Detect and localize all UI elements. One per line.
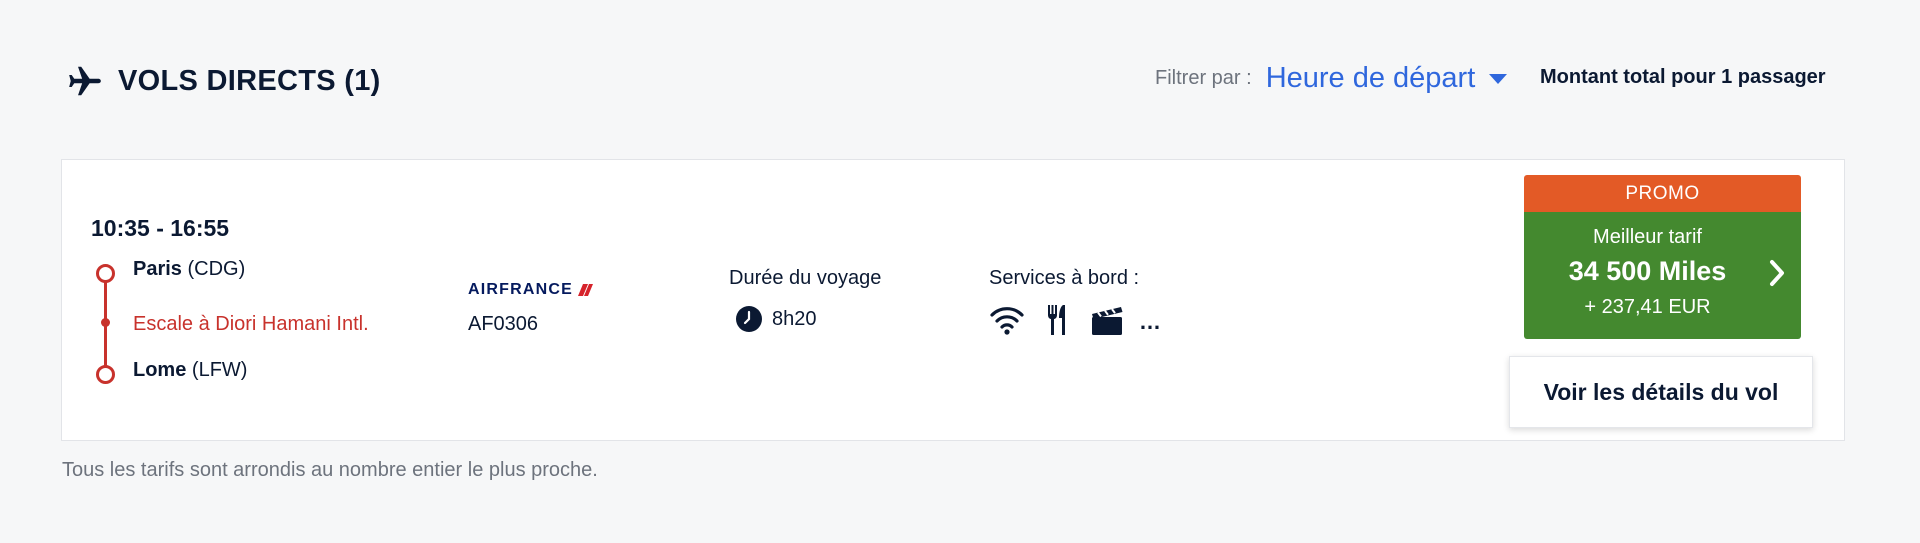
filter-label: Filtrer par : bbox=[1155, 66, 1252, 89]
price-panel[interactable]: Meilleur tarif 34 500 Miles + 237,41 EUR bbox=[1524, 212, 1801, 339]
flight-times: 10:35 - 16:55 bbox=[91, 215, 230, 241]
destination-code: (LFW) bbox=[191, 359, 248, 381]
meal-icon bbox=[1048, 305, 1065, 335]
promo-badge: PROMO bbox=[1524, 175, 1801, 212]
sort-dropdown-value[interactable]: Heure de départ bbox=[1266, 62, 1476, 95]
services-row: … bbox=[989, 302, 1161, 338]
origin-city: Paris bbox=[133, 258, 182, 280]
airline-name: AIRFRANCE bbox=[468, 281, 574, 298]
clock-icon bbox=[736, 306, 762, 332]
destination-city: Lome bbox=[133, 359, 187, 381]
rounding-footnote: Tous les tarifs sont arrondis au nombre … bbox=[62, 459, 598, 481]
origin-code: (CDG) bbox=[187, 258, 246, 280]
sort-dropdown[interactable]: Heure de départ bbox=[1266, 62, 1508, 95]
results-header: VOLS DIRECTS (1) Filtrer par : Heure de … bbox=[66, 58, 1846, 108]
duration-row: 8h20 bbox=[736, 306, 817, 332]
caret-down-icon[interactable] bbox=[1489, 74, 1508, 84]
page-title: VOLS DIRECTS (1) bbox=[118, 64, 381, 97]
flight-number: AF0306 bbox=[468, 313, 539, 335]
section-title-wrap: VOLS DIRECTS (1) bbox=[66, 62, 381, 100]
airplane-icon bbox=[69, 66, 101, 96]
airline-logo: AIRFRANCE bbox=[468, 281, 594, 299]
more-services-icon[interactable]: … bbox=[1139, 309, 1161, 335]
duration-label: Durée du voyage bbox=[729, 267, 882, 289]
layover-marker bbox=[101, 318, 110, 327]
origin-marker bbox=[96, 264, 115, 283]
sort-filter: Filtrer par : Heure de départ bbox=[1155, 58, 1508, 98]
destination-marker bbox=[96, 365, 115, 384]
layover-airport: Escale à Diori Hamani Intl. bbox=[133, 313, 369, 335]
airline-stripe-icon bbox=[578, 284, 594, 296]
flight-card: 10:35 - 16:55 Paris (CDG) Escale à Diori… bbox=[61, 159, 1845, 441]
eur-price: + 237,41 EUR bbox=[1584, 296, 1711, 318]
fare-label: Meilleur tarif bbox=[1593, 226, 1702, 248]
miles-price: 34 500 Miles bbox=[1568, 256, 1727, 286]
duration-value: 8h20 bbox=[772, 307, 817, 330]
total-amount-label: Montant total pour 1 passager bbox=[1540, 66, 1826, 88]
route-timeline: Paris (CDG) Escale à Diori Hamani Intl. … bbox=[92, 258, 432, 398]
chevron-right-icon[interactable] bbox=[1769, 258, 1787, 288]
destination-airport: Lome (LFW) bbox=[133, 359, 247, 382]
flight-details-button[interactable]: Voir les détails du vol bbox=[1509, 356, 1813, 428]
wifi-icon bbox=[990, 307, 1024, 335]
services-label: Services à bord : bbox=[989, 267, 1140, 289]
entertainment-icon bbox=[1092, 307, 1123, 335]
origin-airport: Paris (CDG) bbox=[133, 258, 245, 281]
price-option[interactable]: PROMO Meilleur tarif 34 500 Miles + 237,… bbox=[1524, 175, 1801, 339]
